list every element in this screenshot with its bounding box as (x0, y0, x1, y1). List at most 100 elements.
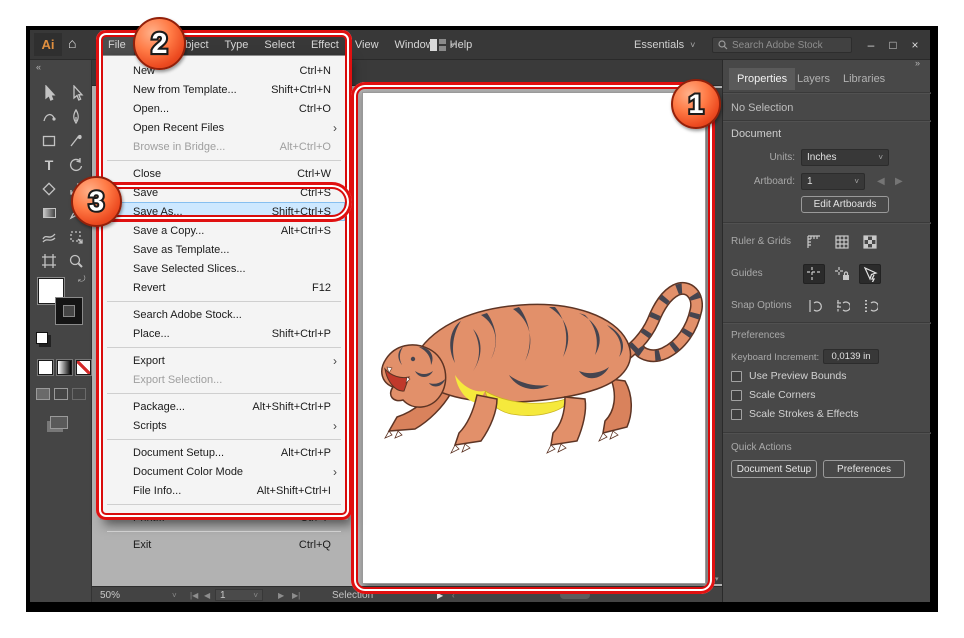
horizontal-scrollbar-thumb[interactable] (560, 591, 590, 599)
swap-fill-stroke-icon[interactable]: ⤾ (78, 274, 86, 285)
selection-tool[interactable] (37, 82, 61, 104)
show-transparency-grid-icon[interactable] (859, 232, 881, 252)
direct-selection-tool[interactable] (64, 82, 88, 104)
arrange-documents-icon[interactable]: ˅ (430, 39, 455, 51)
next-artboard-icon[interactable]: ▶ (895, 176, 903, 187)
scale-corners-row[interactable]: Scale Corners (731, 389, 816, 401)
file-menu-item[interactable]: Save a Copy... Alt+Ctrl+S (103, 221, 345, 240)
use-preview-bounds-row[interactable]: Use Preview Bounds (731, 370, 846, 382)
show-grid-icon[interactable] (831, 232, 853, 252)
workspace-switcher[interactable]: Essentials ˅ (634, 30, 695, 60)
preferences-button[interactable]: Preferences (823, 460, 905, 478)
file-menu-item[interactable]: Save Selected Slices... (103, 259, 345, 278)
menu-separator (107, 503, 341, 505)
status-popup-icon[interactable]: ▶ (437, 587, 443, 603)
document-setup-button[interactable]: Document Setup (731, 460, 817, 478)
zoom-level[interactable]: 50% (100, 587, 120, 603)
next-artboard-icon[interactable]: ▶ (278, 587, 284, 603)
rectangle-tool[interactable] (37, 130, 61, 152)
file-menu-item[interactable]: Close Ctrl+W (103, 164, 345, 183)
close-button[interactable]: × (904, 30, 926, 60)
ruler-grids-label: Ruler & Grids (731, 236, 792, 247)
scale-strokes-effects-checkbox[interactable] (731, 408, 742, 420)
width-tool[interactable] (37, 226, 61, 248)
tiger-artwork[interactable] (369, 259, 703, 469)
chevron-down-icon: ˅ (450, 40, 456, 50)
type-tool[interactable]: T (37, 154, 61, 176)
scroll-down-icon[interactable]: ▾ (715, 575, 719, 583)
screen-mode-button[interactable] (50, 416, 68, 429)
draw-normal-button[interactable] (36, 388, 50, 400)
first-artboard-icon[interactable]: |◀ (190, 587, 198, 603)
file-menu-item[interactable]: New from Template... Shift+Ctrl+N (103, 80, 345, 99)
units-dropdown[interactable]: Inches ˅ (801, 149, 889, 166)
minimize-button[interactable]: – (860, 30, 882, 60)
artboard[interactable] (362, 92, 706, 584)
lock-guides-icon[interactable] (831, 264, 853, 284)
keyboard-increment-input[interactable]: 0,0139 in (823, 349, 879, 364)
menubar-item[interactable]: View (347, 30, 387, 60)
scale-strokes-effects-row[interactable]: Scale Strokes & Effects (731, 408, 859, 420)
artboard-tool[interactable] (37, 250, 61, 272)
rotate-tool[interactable] (64, 154, 88, 176)
default-fill-stroke-icon[interactable] (36, 332, 48, 344)
snap-to-grid-icon[interactable] (831, 296, 853, 316)
gradient-tool[interactable] (37, 202, 61, 224)
draw-inside-button[interactable] (72, 388, 86, 400)
file-menu-item[interactable]: Save As... Shift+Ctrl+S (103, 202, 345, 221)
file-menu-item[interactable]: Open... Ctrl+O (103, 99, 345, 118)
file-menu-item[interactable]: Print... Ctrl+P (103, 508, 345, 527)
file-menu-item[interactable]: Document Setup... Alt+Ctrl+P (103, 443, 345, 462)
artboard-navigation[interactable]: 1 ˅ (215, 589, 263, 601)
tab-libraries[interactable]: Libraries (835, 68, 893, 90)
file-menu-item[interactable]: Revert F12 (103, 278, 345, 297)
zoom-tool[interactable] (64, 250, 88, 272)
use-preview-bounds-checkbox[interactable] (731, 370, 742, 382)
snap-to-pixel-icon[interactable] (859, 296, 881, 316)
file-menu-item[interactable]: Save Ctrl+S (103, 183, 345, 202)
file-menu-item[interactable]: Browse in Bridge... Alt+Ctrl+O (103, 137, 345, 156)
edit-artboards-button[interactable]: Edit Artboards (801, 196, 889, 213)
file-menu-item[interactable]: Search Adobe Stock... (103, 305, 345, 324)
collapse-panel-icon[interactable]: » (915, 58, 920, 68)
file-menu-item[interactable]: Exit Ctrl+Q (103, 535, 345, 554)
file-menu-item[interactable]: Export › (103, 351, 345, 370)
draw-behind-button[interactable] (54, 388, 68, 400)
prev-artboard-icon[interactable]: ◀ (877, 176, 885, 187)
collapse-panel-icon[interactable]: « (36, 62, 41, 72)
none-mode-button[interactable] (76, 360, 91, 375)
home-icon[interactable]: ⌂ (68, 35, 76, 51)
artboard-dropdown[interactable]: 1 ˅ (801, 173, 865, 190)
file-menu-item[interactable]: Package... Alt+Shift+Ctrl+P (103, 397, 345, 416)
free-transform-tool[interactable] (64, 226, 88, 248)
pen-tool[interactable] (64, 106, 88, 128)
prev-artboard-icon[interactable]: ◀ (204, 587, 210, 603)
curvature-tool[interactable] (37, 106, 61, 128)
file-menu-item[interactable]: Document Color Mode › (103, 462, 345, 481)
file-menu-item[interactable]: Save as Template... (103, 240, 345, 259)
scroll-left-icon[interactable]: ‹ (452, 587, 455, 603)
file-menu-item[interactable]: Place... Shift+Ctrl+P (103, 324, 345, 343)
tab-properties[interactable]: Properties (729, 68, 796, 90)
file-menu-item[interactable]: Scripts › (103, 416, 345, 435)
maximize-button[interactable]: □ (882, 30, 904, 60)
submenu-arrow-icon: › (333, 464, 337, 479)
tab-layers[interactable]: Layers (789, 68, 838, 90)
smart-guides-icon[interactable] (859, 264, 881, 284)
paintbrush-tool[interactable] (64, 130, 88, 152)
stroke-color-swatch[interactable] (56, 298, 82, 324)
guides-label: Guides (731, 268, 763, 279)
file-menu-item[interactable]: Export Selection... (103, 370, 345, 389)
zoom-dropdown-icon[interactable]: ˅ (172, 587, 177, 603)
file-menu-item[interactable]: Open Recent Files › (103, 118, 345, 137)
show-rulers-icon[interactable] (803, 232, 825, 252)
search-adobe-stock-input[interactable]: Search Adobe Stock (712, 37, 852, 53)
snap-to-point-icon[interactable] (803, 296, 825, 316)
scale-corners-checkbox[interactable] (731, 389, 742, 401)
show-guides-icon[interactable] (803, 264, 825, 284)
last-artboard-icon[interactable]: ▶| (292, 587, 300, 603)
file-menu-item[interactable]: File Info... Alt+Shift+Ctrl+I (103, 481, 345, 500)
shaper-tool[interactable] (37, 178, 61, 200)
color-mode-button[interactable] (38, 360, 53, 375)
gradient-mode-button[interactable] (57, 360, 72, 375)
